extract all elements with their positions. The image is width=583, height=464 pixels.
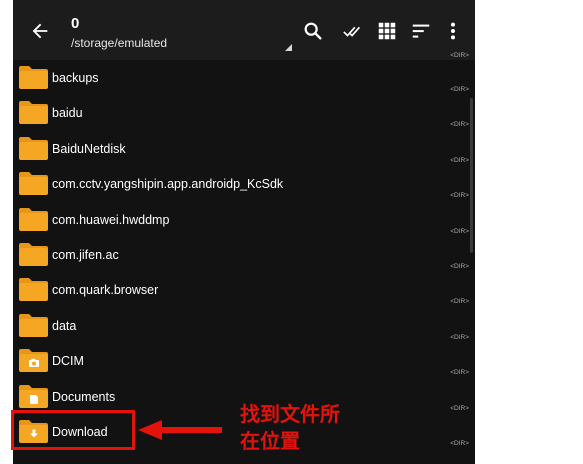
sort-icon[interactable] xyxy=(410,20,432,42)
dir-label: <DIR> xyxy=(450,156,469,164)
folder-icon xyxy=(19,242,48,266)
folder-icon xyxy=(19,66,48,89)
file-name: com.cctv.yangshipin.app.androidp_KcSdk xyxy=(52,177,284,192)
folder-icon xyxy=(19,313,48,337)
file-list: backups <DIR> baidu <DIR> BaiduNetdisk <DIR> c… xyxy=(13,60,475,449)
annotation-line-2: 在位置 xyxy=(240,429,300,453)
dir-label: <DIR> xyxy=(450,439,469,447)
path-dropdown-indicator[interactable] xyxy=(285,44,292,51)
file-name: data xyxy=(52,318,77,333)
file-row[interactable]: com.jifen.ac <DIR> xyxy=(13,237,475,272)
file-name: BaiduNetdisk xyxy=(52,141,126,156)
file-row[interactable]: BaiduNetdisk <DIR> xyxy=(13,131,475,166)
file-row[interactable]: baidu <DIR> xyxy=(13,95,475,130)
dir-label: <DIR> xyxy=(450,52,469,59)
folder-icon xyxy=(19,278,48,302)
dir-label: <DIR> xyxy=(450,227,469,235)
toolbar: 0 /storage/emulated xyxy=(13,0,475,60)
file-name: com.jifen.ac xyxy=(52,247,119,262)
annotation-line-1: 找到文件所 xyxy=(240,402,340,426)
dir-label: <DIR> xyxy=(450,298,469,306)
double-check-icon[interactable] xyxy=(342,20,364,42)
dir-label: <DIR> xyxy=(450,333,469,341)
highlight-box xyxy=(11,410,135,450)
dir-label: <DIR> xyxy=(450,121,469,129)
red-arrow-icon xyxy=(138,420,222,440)
dir-label: <DIR> xyxy=(450,86,469,93)
scrollbar[interactable] xyxy=(470,98,473,253)
file-manager-app: 0 /storage/emulated <DIR> backups <DIR> … xyxy=(13,0,475,464)
file-name: Documents xyxy=(52,389,116,404)
search-icon[interactable] xyxy=(302,20,324,42)
dir-label: <DIR> xyxy=(450,369,469,377)
folder-icon xyxy=(19,172,48,196)
annotation-text: 找到文件所 在位置 xyxy=(240,401,340,455)
file-row[interactable]: com.cctv.yangshipin.app.androidp_KcSdk <D… xyxy=(13,166,475,201)
folder-icon xyxy=(19,349,48,373)
dir-label: <DIR> xyxy=(450,262,469,270)
file-row[interactable]: data <DIR> xyxy=(13,308,475,343)
file-name: com.quark.browser xyxy=(52,283,159,298)
folder-icon xyxy=(19,101,48,125)
more-vertical-icon[interactable] xyxy=(442,20,464,42)
file-name: baidu xyxy=(52,106,83,121)
folder-icon xyxy=(19,207,48,231)
file-name: backups xyxy=(52,71,99,85)
folder-icon xyxy=(19,136,48,160)
current-path[interactable]: /storage/emulated xyxy=(71,36,167,50)
page-title: 0 xyxy=(71,15,80,32)
dir-label: <DIR> xyxy=(450,404,469,412)
folder-icon xyxy=(19,384,48,408)
file-name: com.huawei.hwddmp xyxy=(52,212,170,227)
dir-label: <DIR> xyxy=(450,192,469,200)
file-row[interactable]: com.huawei.hwddmp <DIR> xyxy=(13,202,475,237)
file-row[interactable]: DCIM <DIR> xyxy=(13,343,475,378)
file-row[interactable]: com.quark.browser <DIR> xyxy=(13,272,475,307)
file-row[interactable]: backups <DIR> xyxy=(13,60,475,95)
grid-view-icon[interactable] xyxy=(376,20,398,42)
file-name: DCIM xyxy=(52,354,84,369)
back-arrow-icon[interactable] xyxy=(29,20,51,42)
